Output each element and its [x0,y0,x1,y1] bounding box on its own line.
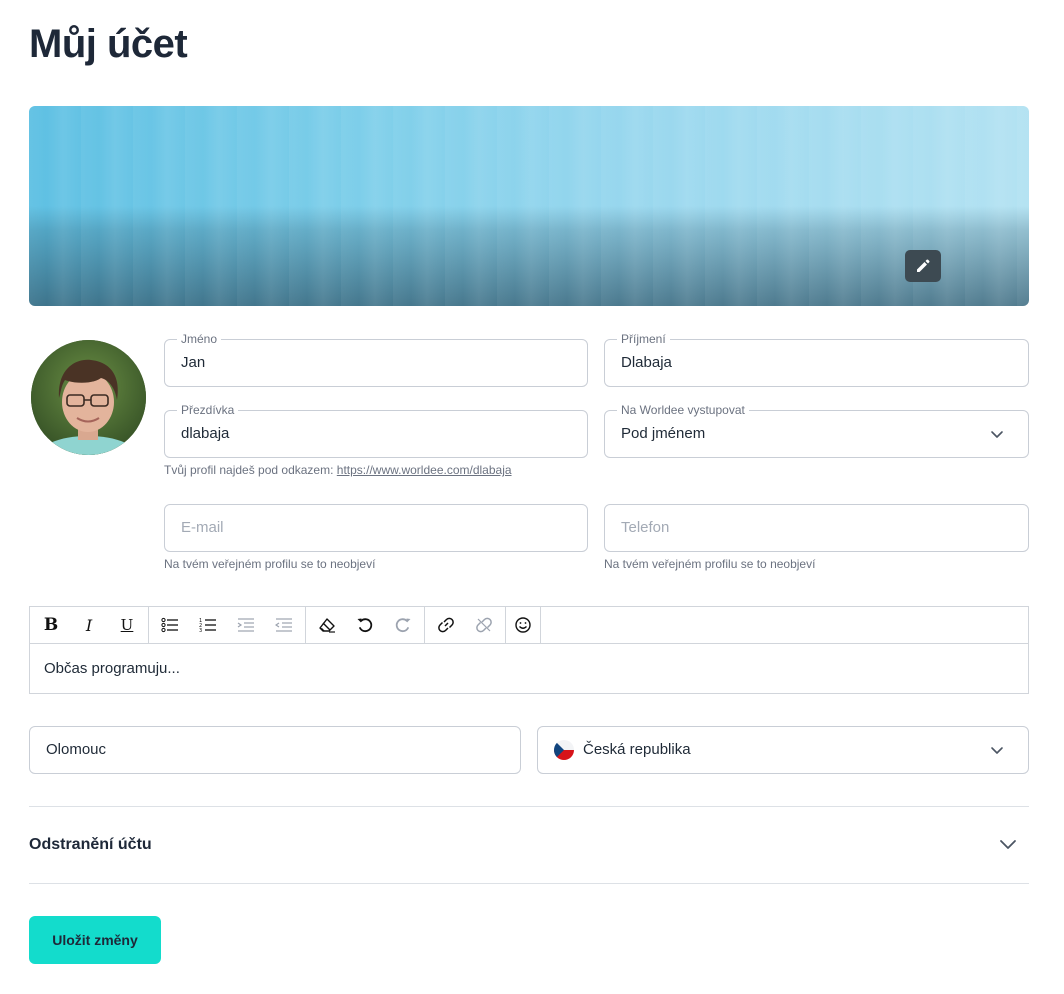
phone-hint: Na tvém veřejném profilu se to neobjeví [604,557,816,571]
profile-hint-text: Tvůj profil najdeš pod odkazem: [164,463,334,477]
toolbar-group-history [306,606,425,644]
italic-icon[interactable]: I [70,607,108,644]
nickname-label: Přezdívka [177,403,239,417]
account-removal-title: Odstranění účtu [29,836,152,853]
email-field[interactable]: E-mail [164,504,588,552]
chevron-down-icon [1000,840,1016,849]
toolbar-group-links [425,606,506,644]
bullet-list-icon[interactable] [151,607,189,644]
save-button[interactable]: Uložit změny [29,916,161,964]
undo-icon[interactable] [346,607,384,644]
first-name-label: Jméno [177,332,222,346]
link-icon[interactable] [427,607,465,644]
page-title: Můj účet [29,22,188,66]
email-hint: Na tvém veřejném profilu se to neobjeví [164,557,376,571]
phone-field[interactable]: Telefon [604,504,1029,552]
unlink-icon[interactable] [465,607,503,644]
nickname-value: dlabaja [181,425,230,442]
first-name-field[interactable]: Jméno Jan [164,332,588,387]
account-removal-accordion[interactable]: Odstranění účtu [29,807,1029,883]
profile-link-hint: Tvůj profil najdeš pod odkazem: https://… [164,463,512,477]
display-as-select[interactable]: Na Worldee vystupovat Pod jménem [604,403,1029,458]
display-as-label: Na Worldee vystupovat [617,403,749,417]
chevron-down-icon [991,747,1003,754]
country-select[interactable]: Česká republika [537,726,1029,774]
cover-edit-button[interactable] [905,250,941,282]
nickname-field[interactable]: Přezdívka dlabaja [164,403,588,458]
cover-texture [29,106,1029,306]
eraser-icon[interactable] [308,607,346,644]
numbered-list-icon[interactable]: 123 [189,607,227,644]
avatar-photo [31,340,146,455]
cover-image [29,106,1029,306]
country-value: Česká republika [583,741,691,758]
svg-text:3: 3 [199,628,202,633]
city-field[interactable]: Olomouc [29,726,521,774]
email-placeholder: E-mail [181,519,224,536]
profile-link[interactable]: https://www.worldee.com/dlabaja [337,463,512,477]
chevron-down-icon [991,431,1003,438]
editor-toolbar: B I U 123 [30,606,1028,644]
last-name-value: Dlabaja [621,354,672,371]
toolbar-group-lists: 123 [149,606,306,644]
pencil-icon [917,259,930,272]
phone-placeholder: Telefon [621,519,670,536]
editor-content[interactable]: Občas programuju... [30,644,1028,693]
last-name-label: Příjmení [617,332,670,346]
czech-flag-icon [554,740,574,760]
redo-icon[interactable] [384,607,422,644]
toolbar-group-emoji [506,606,541,644]
first-name-value: Jan [181,354,206,371]
indent-icon[interactable] [265,607,303,644]
display-as-value: Pod jménem [621,425,706,442]
outdent-icon[interactable] [227,607,265,644]
toolbar-group-format: B I U [30,606,149,644]
emoji-icon[interactable] [508,607,538,644]
city-value: Olomouc [46,741,107,758]
last-name-field[interactable]: Příjmení Dlabaja [604,332,1029,387]
bio-editor[interactable]: B I U 123 Občas programuju... [29,606,1029,694]
avatar[interactable] [31,340,146,455]
underline-icon[interactable]: U [108,607,146,644]
bold-icon[interactable]: B [32,607,70,644]
divider-bottom [29,883,1029,884]
